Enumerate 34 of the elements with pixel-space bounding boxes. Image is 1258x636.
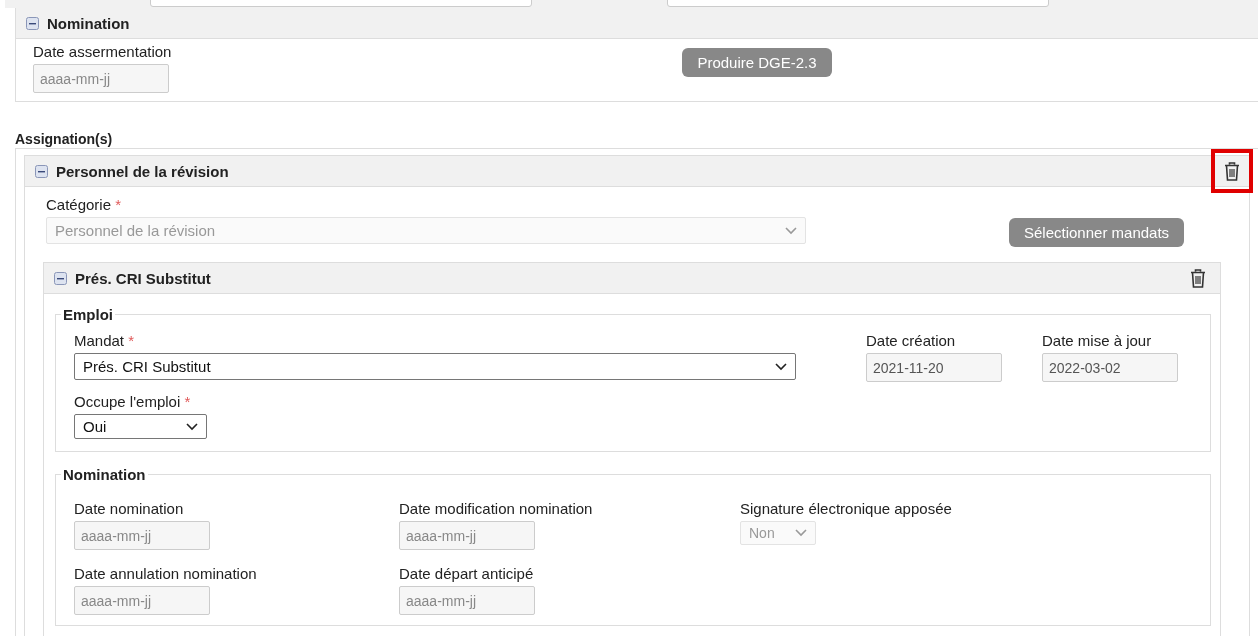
trash-icon xyxy=(1190,268,1206,288)
occupation-select[interactable]: Oui xyxy=(74,414,207,439)
chevron-down-icon xyxy=(186,422,198,431)
required-mark: * xyxy=(184,393,191,410)
field-label: Date création xyxy=(866,331,956,351)
field-label: Date assermentation xyxy=(33,42,172,62)
chevron-down-icon xyxy=(775,362,787,371)
produce-document-button[interactable]: Produire DGE-2.3 xyxy=(682,48,832,77)
field-label: Date nomination xyxy=(74,499,184,519)
field-label: Date mise à jour xyxy=(1042,331,1152,351)
panel-title: Personnel de la révision xyxy=(56,162,229,180)
fieldset-legend: Nomination xyxy=(61,466,148,483)
required-mark: * xyxy=(115,196,122,213)
field-label: Mandat * xyxy=(74,331,135,351)
field-label: Date annulation nomination xyxy=(74,564,257,584)
highlighted-delete-button[interactable] xyxy=(1211,149,1253,193)
panel-title: Nomination xyxy=(47,14,130,32)
trash-icon xyxy=(1224,161,1240,181)
collapse-icon[interactable] xyxy=(26,16,39,30)
field-label: Date modification nomination xyxy=(399,499,593,519)
field-label: Occupe l'emploi * xyxy=(74,392,191,412)
section-title: Assignation(s) xyxy=(15,130,114,148)
select-mandates-button[interactable]: Sélectionner mandats xyxy=(1009,218,1185,247)
chevron-down-icon xyxy=(795,529,807,537)
collapse-icon[interactable] xyxy=(54,271,67,285)
field-label: Date départ anticipé xyxy=(399,564,534,584)
field-label: Catégorie * xyxy=(46,195,122,215)
chevron-down-icon xyxy=(785,226,797,235)
mandate-select[interactable]: Prés. CRI Substitut xyxy=(74,353,796,380)
panel-title: Prés. CRI Substitut xyxy=(75,269,211,287)
collapse-icon[interactable] xyxy=(35,164,48,178)
required-mark: * xyxy=(128,332,135,349)
fieldset-legend: Emploi xyxy=(61,306,115,323)
field-label: Signature électronique apposée xyxy=(740,499,952,519)
